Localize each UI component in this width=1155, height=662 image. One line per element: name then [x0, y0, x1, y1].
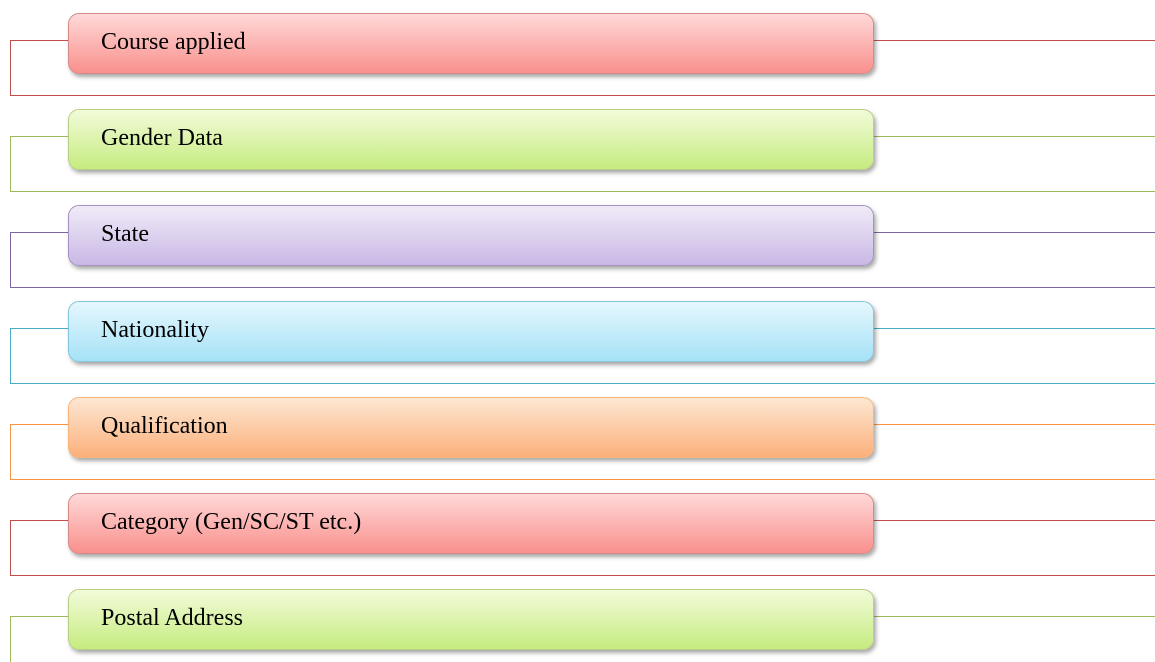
connector-right	[874, 424, 1155, 425]
connector-right	[874, 40, 1155, 41]
connector-right	[874, 136, 1155, 137]
item-label: Postal Address	[101, 605, 244, 631]
item-box: Category (Gen/SC/ST etc.)	[68, 493, 874, 554]
connector-left	[10, 136, 70, 137]
item-box: Postal Address	[68, 589, 874, 650]
connector-right	[874, 616, 1155, 617]
connector-vertical	[10, 136, 11, 192]
item-label: Course applied	[101, 29, 246, 55]
connector-vertical	[10, 328, 11, 384]
row-nationality: Nationality	[0, 288, 1155, 384]
row-gender-data: Gender Data	[0, 96, 1155, 192]
connector-left	[10, 616, 70, 617]
item-box: Qualification	[68, 397, 874, 458]
connector-vertical	[10, 232, 11, 288]
connector-right	[874, 328, 1155, 329]
row-postal-address: Postal Address	[0, 576, 1155, 662]
connector-right	[874, 520, 1155, 521]
item-box: Course applied	[68, 13, 874, 74]
connector-left	[10, 520, 70, 521]
item-label: State	[101, 221, 149, 247]
connector-right	[874, 232, 1155, 233]
item-box: Gender Data	[68, 109, 874, 170]
row-state: State	[0, 192, 1155, 288]
connector-vertical	[10, 40, 11, 96]
connector-vertical	[10, 424, 11, 480]
item-label: Gender Data	[101, 125, 223, 151]
connector-left	[10, 40, 70, 41]
item-label: Nationality	[101, 317, 209, 343]
row-qualification: Qualification	[0, 384, 1155, 480]
connector-vertical	[10, 520, 11, 576]
item-box: State	[68, 205, 874, 266]
item-label: Qualification	[101, 413, 228, 439]
connector-left	[10, 232, 70, 233]
row-course-applied: Course applied	[0, 0, 1155, 96]
row-category: Category (Gen/SC/ST etc.)	[0, 480, 1155, 576]
item-label: Category (Gen/SC/ST etc.)	[101, 509, 362, 535]
connector-left	[10, 424, 70, 425]
item-box: Nationality	[68, 301, 874, 362]
connector-left	[10, 328, 70, 329]
connector-vertical	[10, 616, 11, 662]
